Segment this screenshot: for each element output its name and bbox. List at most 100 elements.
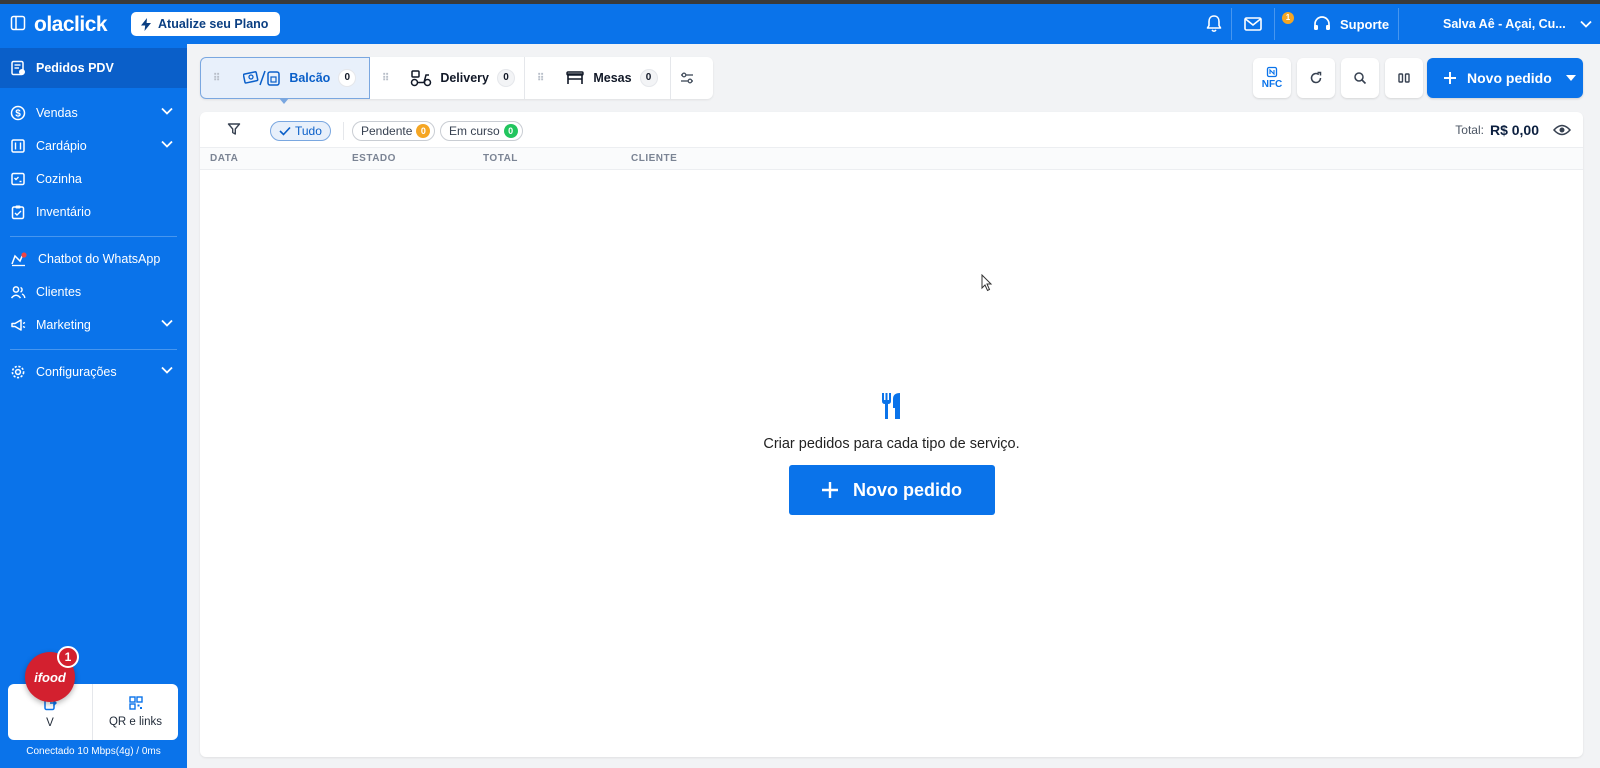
- kitchen-icon: [10, 171, 26, 187]
- eye-icon[interactable]: [1553, 124, 1571, 136]
- app-logo[interactable]: olaclick: [34, 13, 108, 37]
- quick-action-left-label: V: [46, 717, 54, 729]
- drag-handle-icon[interactable]: ⠿: [537, 73, 544, 84]
- sidebar-divider: [10, 236, 177, 237]
- sidebar-item-inventario[interactable]: Inventário: [0, 197, 187, 227]
- tab-label: Delivery: [440, 71, 489, 85]
- support-button[interactable]: Suporte: [1312, 12, 1389, 36]
- qr-links-button[interactable]: QR e links: [93, 684, 178, 740]
- sidebar-item-label: Marketing: [36, 318, 91, 332]
- plus-icon: [1443, 71, 1457, 85]
- sidebar-item-label: Configurações: [36, 365, 117, 379]
- mail-icon[interactable]: [1242, 13, 1264, 35]
- top-bar: olaclick Atualize seu Plano 1 Suporte Sa…: [0, 4, 1600, 44]
- orders-icon: [10, 60, 26, 76]
- total-label: Total:: [1455, 123, 1484, 137]
- sidebar-item-pedidos-pdv[interactable]: Pedidos PDV: [0, 48, 187, 88]
- new-order-button[interactable]: Novo pedido: [788, 465, 995, 515]
- filter-bar: Tudo Pendente 0 Em curso 0 Total: R$ 0,0…: [200, 112, 1583, 148]
- tab-count: 0: [639, 69, 658, 87]
- topbar-divider: [1398, 8, 1399, 40]
- users-icon: [10, 284, 26, 300]
- filter-divider: [343, 122, 344, 140]
- total-summary: Total: R$ 0,00: [1455, 122, 1539, 138]
- filter-chip-pendente[interactable]: Pendente 0: [352, 121, 436, 141]
- tab-count: 0: [496, 69, 515, 87]
- tab-count: 0: [338, 69, 357, 87]
- chevron-down-icon: [161, 366, 173, 374]
- table-icon: [565, 70, 585, 86]
- empty-state-message: Criar pedidos para cada tipo de serviço.: [763, 436, 1020, 452]
- tab-delivery[interactable]: ⠿ Delivery 0: [370, 57, 525, 99]
- search-icon: [1353, 71, 1367, 85]
- support-label: Suporte: [1340, 16, 1390, 32]
- topbar-divider: [1231, 8, 1232, 40]
- sidebar-divider: [10, 349, 177, 350]
- filter-chip-tudo[interactable]: Tudo: [270, 121, 331, 141]
- sidebar-item-label: Clientes: [36, 285, 82, 299]
- nfc-button[interactable]: NFC: [1253, 58, 1291, 98]
- sidebar-item-label: Pedidos PDV: [36, 61, 114, 75]
- column-header-estado[interactable]: ESTADO: [352, 153, 396, 164]
- filter-chip-label: Em curso: [449, 124, 500, 138]
- active-tab-indicator: [279, 98, 289, 104]
- table-header: DATA ESTADO TOTAL CLIENTE: [200, 148, 1583, 170]
- column-header-data[interactable]: DATA: [210, 153, 238, 164]
- tab-balcao[interactable]: ⠿ Balcão 0: [200, 57, 370, 104]
- drag-handle-icon[interactable]: ⠿: [213, 73, 220, 84]
- qr-links-label: QR e links: [108, 716, 163, 728]
- scooter-icon: [410, 69, 432, 87]
- sidebar-item-vendas[interactable]: $ Vendas: [0, 98, 187, 128]
- counter-icon: [243, 69, 281, 87]
- dollar-icon: $: [10, 105, 26, 121]
- drag-handle-icon[interactable]: ⠿: [382, 73, 389, 84]
- filter-icon[interactable]: [227, 122, 241, 136]
- column-header-total[interactable]: TOTAL: [483, 153, 518, 164]
- filter-chip-em-curso[interactable]: Em curso 0: [440, 121, 523, 141]
- new-order-dropdown-button[interactable]: Novo pedido: [1427, 58, 1583, 98]
- tab-label: Balcão: [289, 71, 331, 85]
- caret-down-icon: [1565, 75, 1576, 81]
- sidebar-item-clientes[interactable]: Clientes: [0, 277, 187, 307]
- total-value: R$ 0,00: [1489, 122, 1539, 138]
- column-header-cliente[interactable]: CLIENTE: [631, 153, 677, 164]
- refresh-button[interactable]: [1297, 58, 1335, 98]
- sidebar-item-configuracoes[interactable]: Configurações: [0, 357, 187, 387]
- store-selector[interactable]: Salva Aê - Açai, Cu...: [1443, 12, 1592, 36]
- chevron-down-icon: [161, 140, 173, 148]
- filter-chip-count: 0: [503, 124, 518, 138]
- ifood-logo: ifood: [34, 669, 66, 685]
- sidebar-item-label: Cardápio: [36, 139, 87, 153]
- svg-text:$: $: [15, 109, 21, 120]
- sidebar-item-label: Inventário: [36, 205, 91, 219]
- sidebar-item-cozinha[interactable]: Cozinha: [0, 164, 187, 194]
- headset-icon: [1312, 14, 1332, 34]
- sidebar-item-chatbot-whatsapp[interactable]: Chatbot do WhatsApp: [0, 244, 187, 274]
- tab-mesas[interactable]: ⠿ Mesas 0: [525, 57, 671, 99]
- megaphone-icon: [10, 317, 26, 333]
- bell-icon[interactable]: [1203, 13, 1225, 35]
- sidebar-toggle-icon[interactable]: [10, 15, 26, 31]
- check-icon: [279, 126, 291, 136]
- columns-view-button[interactable]: [1385, 58, 1423, 98]
- tab-settings-button[interactable]: [671, 57, 703, 99]
- clipboard-icon: [10, 204, 26, 220]
- mail-badge: 1: [1282, 12, 1294, 24]
- menu-book-icon: [10, 138, 26, 154]
- refresh-icon: [1309, 71, 1323, 85]
- sidebar-item-marketing[interactable]: Marketing: [0, 310, 187, 340]
- lightning-icon: [141, 17, 151, 31]
- sidebar-item-label: Chatbot do WhatsApp: [38, 252, 161, 266]
- mouse-cursor-icon: [981, 274, 993, 292]
- chevron-down-icon: [161, 319, 173, 327]
- columns-icon: [1397, 71, 1411, 85]
- nfc-label: NFC: [1261, 79, 1283, 90]
- store-name: Salva Aê - Açai, Cu...: [1443, 17, 1566, 31]
- search-button[interactable]: [1341, 58, 1379, 98]
- filter-chip-label: Pendente: [361, 124, 413, 138]
- sidebar-item-cardapio[interactable]: Cardápio: [0, 131, 187, 161]
- nfc-icon: [1266, 66, 1278, 78]
- cutlery-icon: [880, 392, 904, 420]
- upgrade-plan-button[interactable]: Atualize seu Plano: [131, 12, 281, 36]
- filter-chip-count: 0: [416, 124, 431, 138]
